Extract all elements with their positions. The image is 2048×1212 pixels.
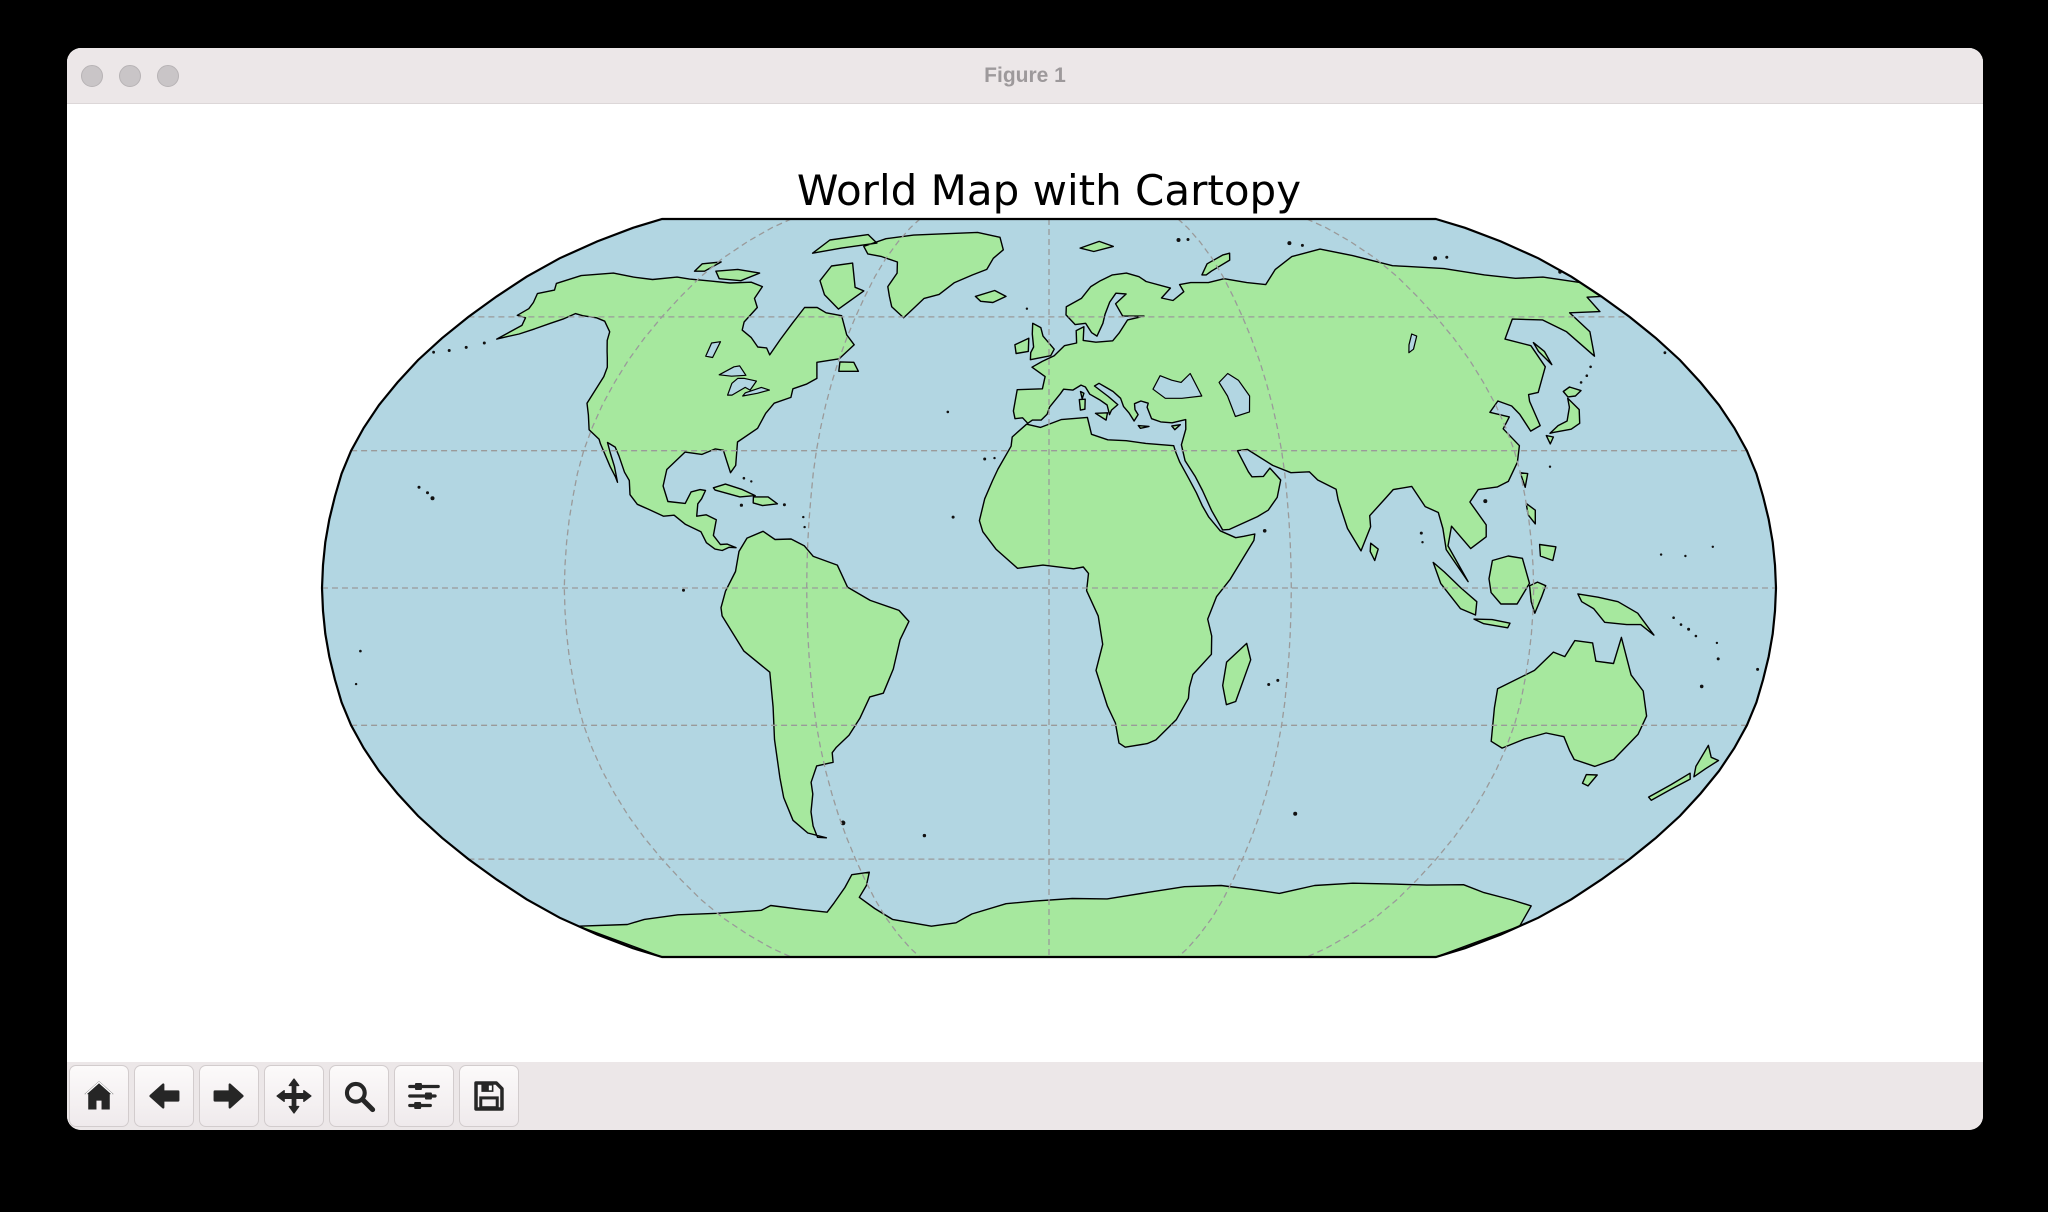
window-title: Figure 1 <box>67 48 1983 103</box>
plot-title: World Map with Cartopy <box>320 166 1778 215</box>
arrow-right-icon <box>210 1077 248 1115</box>
arrow-left-icon <box>145 1077 183 1115</box>
pan-button[interactable] <box>264 1065 324 1127</box>
close-button[interactable] <box>81 65 103 87</box>
zoom-button[interactable] <box>329 1065 389 1127</box>
sliders-icon <box>405 1077 443 1115</box>
magnifier-icon <box>340 1077 378 1115</box>
figure-window: Figure 1 World Map with Cartopy <box>67 48 1983 1130</box>
figure-canvas: World Map with Cartopy <box>67 104 1983 1062</box>
subplots-button[interactable] <box>394 1065 454 1127</box>
home-icon <box>80 1077 118 1115</box>
back-button[interactable] <box>134 1065 194 1127</box>
forward-button[interactable] <box>199 1065 259 1127</box>
window-titlebar[interactable]: Figure 1 <box>67 48 1983 104</box>
home-button[interactable] <box>69 1065 129 1127</box>
desktop: Figure 1 World Map with Cartopy <box>0 0 2048 1212</box>
move-icon <box>275 1077 313 1115</box>
world-map[interactable] <box>320 217 1778 959</box>
save-button[interactable] <box>459 1065 519 1127</box>
save-icon <box>470 1077 508 1115</box>
world-map-svg[interactable] <box>320 217 1778 959</box>
minimize-button[interactable] <box>119 65 141 87</box>
matplotlib-toolbar <box>67 1062 1983 1130</box>
zoom-window-button[interactable] <box>157 65 179 87</box>
